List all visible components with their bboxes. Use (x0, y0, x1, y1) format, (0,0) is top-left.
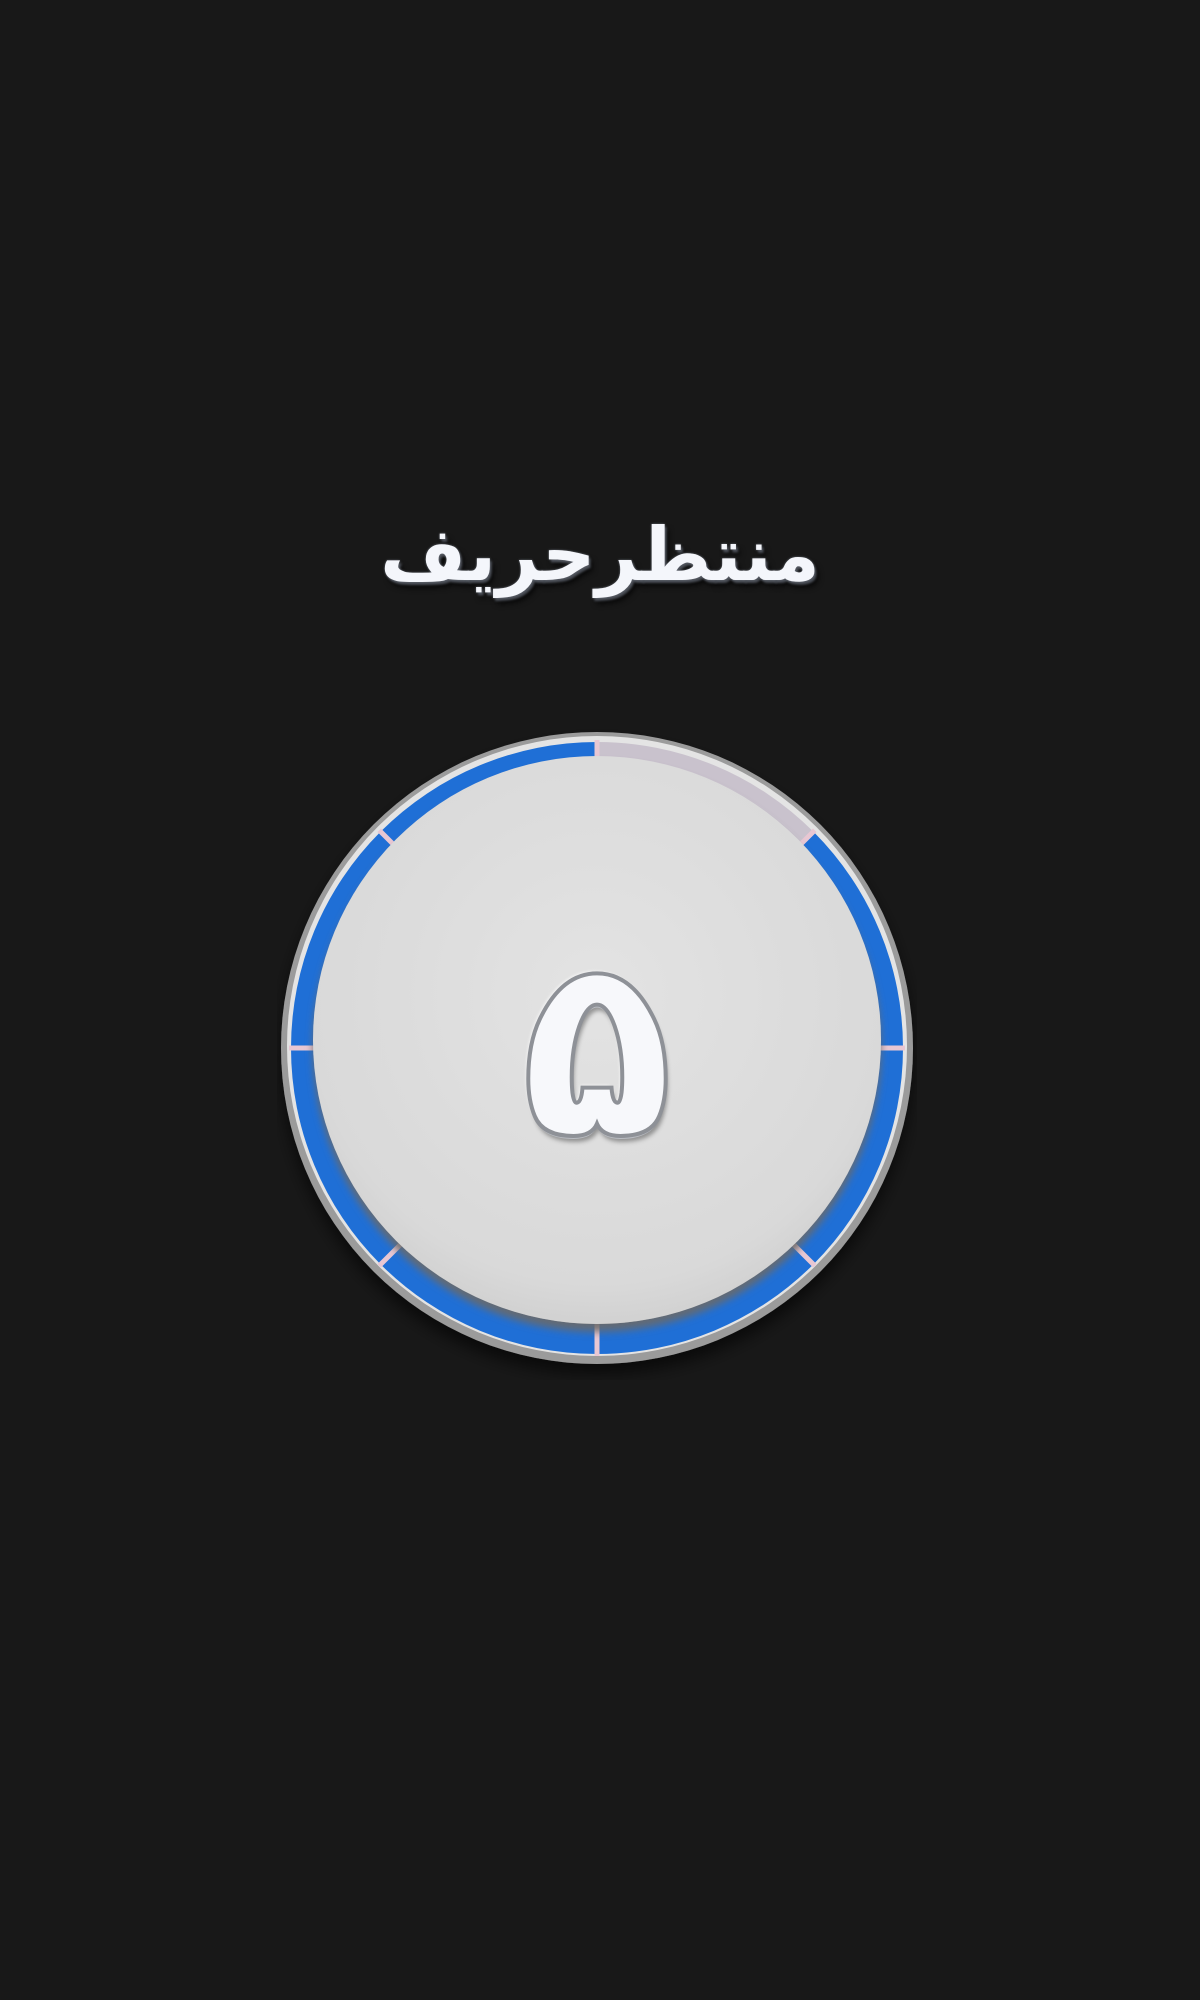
waiting-for-opponent-title: منتظرحریف (380, 512, 820, 598)
countdown-timer: ۵ (277, 728, 917, 1380)
waiting-screen: منتظرحریف ۵ (0, 0, 1200, 2000)
countdown-digit: ۵ (519, 902, 676, 1193)
